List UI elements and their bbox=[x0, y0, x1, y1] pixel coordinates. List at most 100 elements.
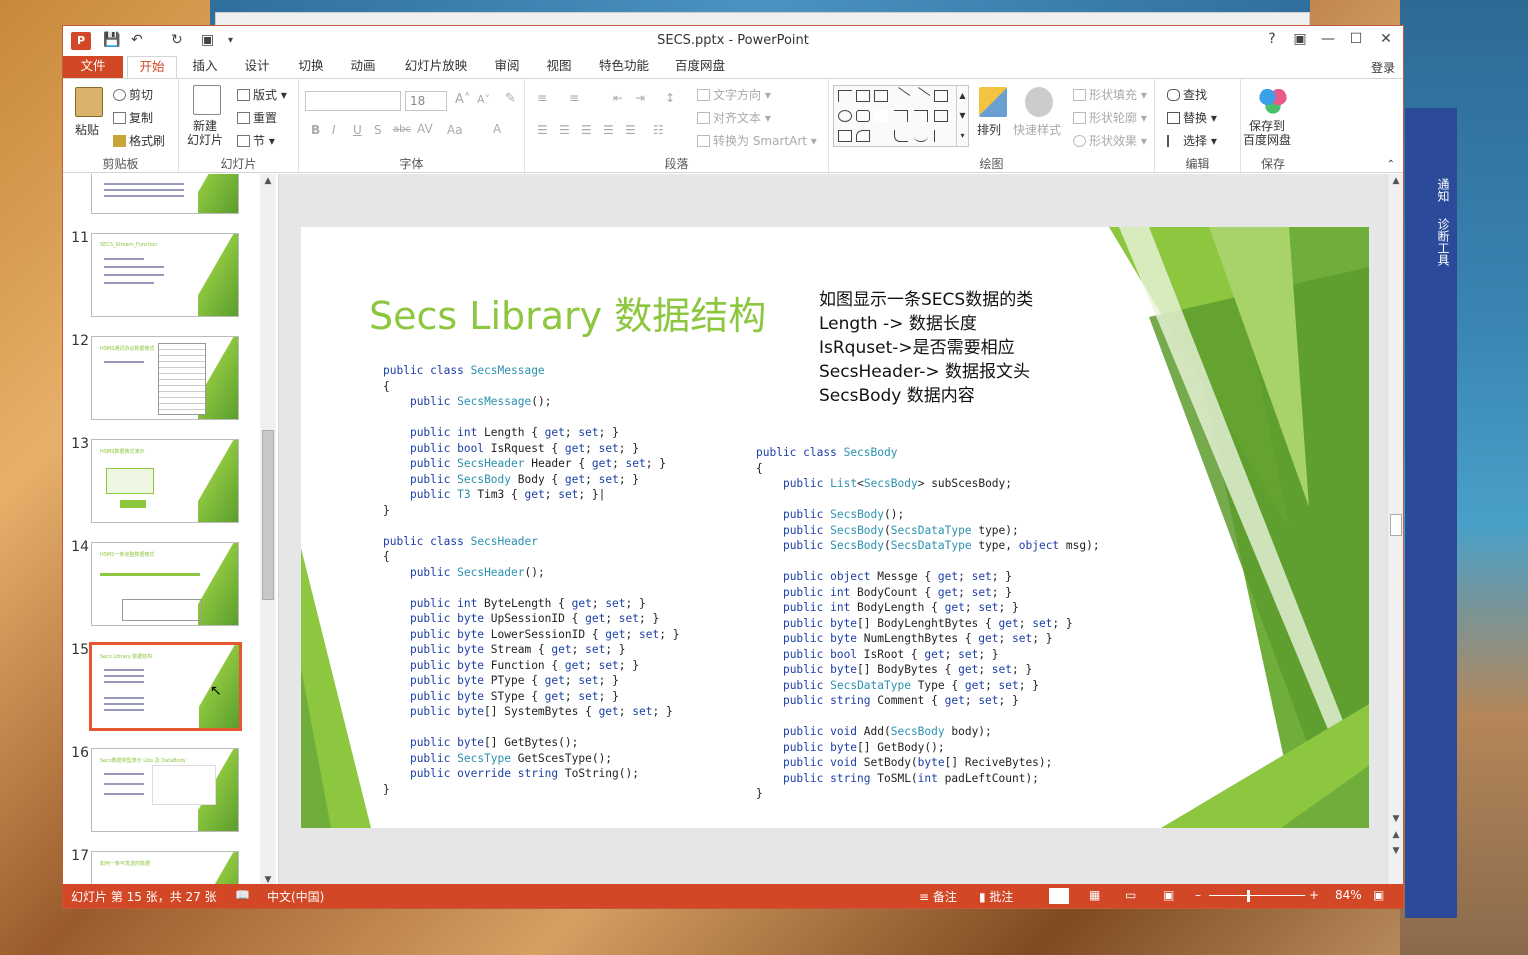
shapes-gallery[interactable]: ▲ ▼ ▾ bbox=[833, 85, 969, 147]
tab-baidu[interactable]: 百度网盘 bbox=[667, 56, 733, 78]
char-spacing-icon[interactable]: AV bbox=[417, 122, 433, 136]
collapse-ribbon-icon[interactable]: ⌃ bbox=[1387, 159, 1395, 170]
grow-font-icon[interactable]: A˄ bbox=[455, 92, 470, 107]
justify-icon[interactable]: ☰ bbox=[603, 123, 614, 137]
login-link[interactable]: 登录 bbox=[1371, 59, 1395, 76]
clear-format-icon[interactable]: ✎ bbox=[505, 91, 516, 106]
columns-icon[interactable]: ☷ bbox=[653, 123, 664, 137]
tab-home[interactable]: 开始 bbox=[127, 56, 177, 78]
tab-review[interactable]: 审阅 bbox=[485, 56, 529, 78]
shape-right-arrow-icon[interactable] bbox=[934, 110, 948, 122]
smartart-button[interactable]: 转换为 SmartArt ▾ bbox=[697, 132, 817, 149]
shape-fill-button[interactable]: 形状填充 ▾ bbox=[1073, 86, 1147, 103]
close-icon[interactable]: ✕ bbox=[1375, 31, 1397, 47]
increase-indent-icon[interactable]: ⇥ bbox=[635, 91, 645, 105]
shape-arc-icon[interactable] bbox=[894, 130, 908, 142]
reset-button[interactable]: 重置 bbox=[237, 109, 277, 126]
shape-textbox-icon[interactable] bbox=[856, 90, 870, 102]
shape-rect-icon[interactable] bbox=[934, 90, 948, 102]
zoom-slider[interactable] bbox=[1209, 895, 1305, 896]
tab-file[interactable]: 文件 bbox=[63, 56, 123, 78]
slide-thumbnail-11[interactable]: SECS_Stream_Function bbox=[91, 233, 239, 317]
underline-icon[interactable]: U bbox=[353, 123, 362, 137]
editor-scroll-thumb[interactable] bbox=[1390, 514, 1402, 536]
distributed-icon[interactable]: ☰ bbox=[625, 123, 636, 137]
next-slide-icon[interactable]: ▼ bbox=[1388, 846, 1404, 856]
tab-transitions[interactable]: 切换 bbox=[289, 56, 333, 78]
spellcheck-icon[interactable]: 📖 bbox=[235, 888, 250, 902]
editor-scrollbar[interactable]: ▲ ▼ ▲ ▼ bbox=[1387, 174, 1403, 887]
shapes-scroll[interactable]: ▲ ▼ ▾ bbox=[956, 86, 968, 146]
font-size-input[interactable]: 18 bbox=[405, 91, 447, 111]
zoom-out-icon[interactable]: – bbox=[1195, 888, 1201, 902]
replace-button[interactable]: 替换 ▾ bbox=[1167, 109, 1217, 126]
tab-animations[interactable]: 动画 bbox=[341, 56, 385, 78]
zoom-slider-handle[interactable] bbox=[1247, 890, 1250, 902]
language-status[interactable]: 中文(中国) bbox=[267, 888, 324, 905]
format-painter-button[interactable]: 格式刷 bbox=[113, 132, 165, 149]
shadow-icon[interactable]: S bbox=[374, 123, 382, 137]
notes-button[interactable]: ≡ 备注 bbox=[919, 888, 957, 905]
zoom-level[interactable]: 84% bbox=[1335, 888, 1362, 902]
new-slide-button[interactable]: 新建 幻灯片 bbox=[187, 119, 223, 147]
paste-button[interactable]: 粘贴 bbox=[75, 121, 99, 138]
shape-outline-button[interactable]: 形状轮廓 ▾ bbox=[1073, 109, 1147, 126]
minimize-icon[interactable]: — bbox=[1317, 31, 1339, 47]
shape-elbow-arrow-icon[interactable] bbox=[914, 110, 928, 122]
bullets-icon[interactable]: ≡ bbox=[537, 91, 547, 105]
shape-freeform-icon[interactable] bbox=[874, 130, 888, 142]
fit-slide-icon[interactable]: ▣ bbox=[1373, 888, 1384, 902]
shape-elbow-icon[interactable] bbox=[894, 110, 908, 122]
slide-thumbnail-12[interactable]: HSMS通讯协议数据格式 bbox=[91, 336, 239, 420]
zoom-in-icon[interactable]: + bbox=[1309, 888, 1319, 902]
text-direction-button[interactable]: 文字方向 ▾ bbox=[697, 86, 771, 103]
copy-button[interactable]: 复制 bbox=[113, 109, 153, 126]
thumbnails-scrollbar[interactable]: ▲ ▼ bbox=[260, 174, 276, 887]
arrange-icon[interactable] bbox=[979, 87, 1007, 117]
change-case-icon[interactable]: Aa bbox=[447, 123, 463, 137]
thumbnails-scroll-thumb[interactable] bbox=[262, 430, 274, 600]
shrink-font-icon[interactable]: A˅ bbox=[477, 93, 490, 106]
slide-thumbnail-17[interactable]: 如何一条可发送的数据 bbox=[91, 851, 239, 887]
shape-arrow-line-icon[interactable] bbox=[911, 87, 931, 105]
arrange-button[interactable]: 排列 bbox=[977, 121, 1001, 138]
select-button[interactable]: 选择 ▾ bbox=[1167, 132, 1217, 149]
slide-sorter-icon[interactable]: ▦ bbox=[1089, 888, 1100, 902]
reading-view-icon[interactable]: ▭ bbox=[1125, 888, 1136, 902]
strikethrough-icon[interactable]: abc bbox=[393, 124, 411, 135]
italic-icon[interactable]: I bbox=[332, 123, 336, 137]
comments-button[interactable]: ▮ 批注 bbox=[979, 888, 1013, 905]
shape-effects-button[interactable]: 形状效果 ▾ bbox=[1073, 132, 1147, 149]
slide-thumbnail-10[interactable] bbox=[91, 174, 239, 214]
shape-arrow-icon[interactable] bbox=[838, 90, 852, 102]
bold-icon[interactable]: B bbox=[311, 123, 320, 137]
tab-features[interactable]: 特色功能 bbox=[593, 56, 655, 78]
current-slide[interactable]: Secs Library 数据结构 如图显示一条SECS数据的类 Length … bbox=[301, 227, 1369, 828]
align-right-icon[interactable]: ☰ bbox=[581, 123, 592, 137]
slide-thumbnail-15[interactable]: Secs Library 数据结构 ↖ bbox=[89, 642, 242, 731]
shape-brace-icon[interactable] bbox=[934, 130, 948, 142]
shape-line-icon[interactable] bbox=[891, 87, 911, 105]
slide-thumbnail-13[interactable]: HSMS数据格式演示 bbox=[91, 439, 239, 523]
tab-design[interactable]: 设计 bbox=[235, 56, 279, 78]
shape-curve-icon[interactable] bbox=[856, 130, 870, 142]
align-center-icon[interactable]: ☰ bbox=[559, 123, 570, 137]
ribbon-display-icon[interactable]: ▣ bbox=[1289, 31, 1311, 47]
notify-label[interactable]: 通知 bbox=[1435, 178, 1452, 202]
baidu-cloud-icon[interactable] bbox=[1259, 85, 1287, 115]
numbering-icon[interactable]: ≡ bbox=[569, 91, 579, 105]
cut-button[interactable]: 剪切 bbox=[113, 86, 153, 103]
paste-icon[interactable] bbox=[75, 87, 103, 117]
find-button[interactable]: 查找 bbox=[1167, 86, 1207, 103]
shape-down-arrow-icon[interactable] bbox=[838, 130, 852, 142]
tab-slideshow[interactable]: 幻灯片放映 bbox=[397, 56, 475, 78]
font-name-input[interactable] bbox=[305, 91, 401, 111]
shape-triangle-icon[interactable] bbox=[874, 110, 888, 122]
quick-styles-button[interactable]: 快速样式 bbox=[1013, 121, 1061, 138]
diag-tools-label[interactable]: 诊断工具 bbox=[1435, 218, 1452, 266]
quick-styles-icon[interactable] bbox=[1025, 87, 1053, 117]
slide-thumbnail-16[interactable]: Secs数据类型表示 Libs 及 DataBody bbox=[91, 748, 239, 832]
scroll-up-icon[interactable]: ▲ bbox=[1388, 176, 1404, 186]
slide-thumbnail-14[interactable]: HSMS一条完整数据格式 bbox=[91, 542, 239, 626]
new-slide-icon[interactable] bbox=[193, 85, 221, 115]
